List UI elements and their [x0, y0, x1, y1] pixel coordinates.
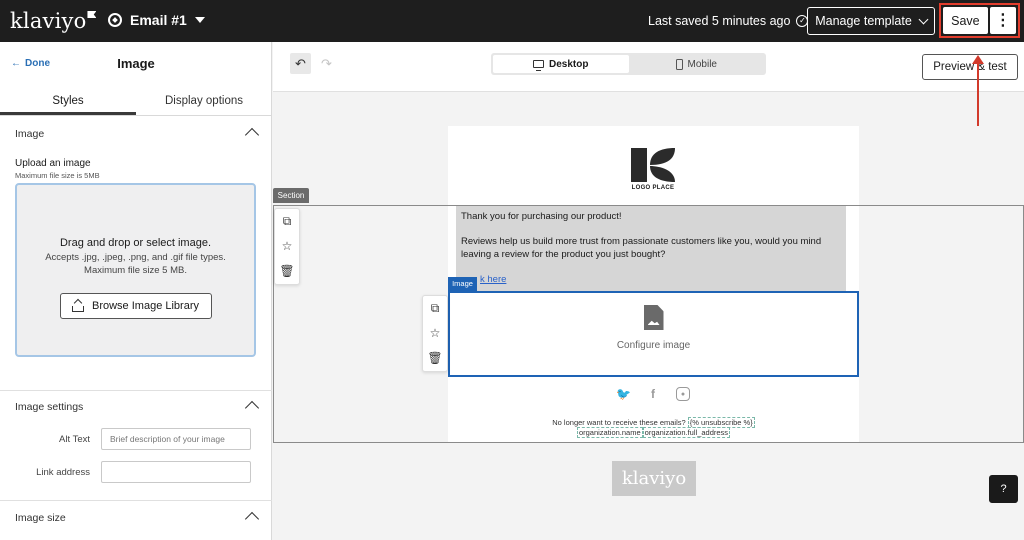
chevron-up-icon [244, 127, 260, 143]
link-address-label: Link address [36, 467, 90, 478]
facebook-icon[interactable]: f [646, 387, 660, 401]
save-status: Last saved 5 minutes ago ✓ [648, 14, 809, 28]
phone-icon [675, 58, 683, 70]
dropzone-max-size: Maximum file size 5 MB. [84, 265, 187, 276]
image-dropzone[interactable]: Drag and drop or select image. Accepts .… [15, 183, 256, 357]
image-block[interactable]: Configure image [448, 291, 859, 377]
email-selector[interactable]: Email #1 [108, 12, 205, 28]
undo-icon[interactable]: ↶ [290, 53, 311, 74]
alt-text-input[interactable] [101, 428, 251, 450]
section-tag: Section [273, 188, 309, 203]
redo-icon[interactable]: ↷ [316, 53, 337, 74]
klaviyo-footer-logo: klaviyo [612, 461, 696, 496]
image-settings-header[interactable]: Image settings [15, 400, 260, 416]
logo-caption: LOGO PLACE [631, 185, 675, 191]
star-icon[interactable]: ☆ [423, 321, 447, 346]
help-button[interactable]: ? [989, 475, 1018, 503]
twitter-icon[interactable]: 🐦 [616, 387, 631, 401]
section-tools: ⧉ ☆ 🗑 [274, 208, 300, 285]
image-tag: Image [448, 277, 477, 291]
dropzone-title: Drag and drop or select image. [59, 237, 212, 249]
panel-header: Image ← Done [0, 42, 272, 86]
organization-name-tag: organization.name [576, 427, 643, 438]
tab-display-options[interactable]: Display options [136, 88, 272, 115]
trash-icon[interactable]: 🗑 [423, 346, 447, 371]
chevron-up-icon [244, 511, 260, 527]
canvas-toolbar: ↶ ↷ Desktop Mobile Preview & test [273, 42, 1024, 92]
duplicate-icon[interactable]: ⧉ [423, 296, 447, 321]
alt-text-label: Alt Text [59, 434, 90, 445]
more-options-button[interactable]: ⋮ [989, 7, 1016, 34]
preview-and-test-button[interactable]: Preview & test [922, 54, 1018, 80]
browse-image-library-button[interactable]: Browse Image Library [59, 293, 212, 319]
social-links: 🐦 f ● [616, 387, 690, 401]
save-button-group: Save ⋮ [939, 3, 1020, 38]
dropzone-accepted-types: Accepts .jpg, .jpeg, .png, and .gif file… [45, 252, 226, 263]
upload-hint: Maximum file size is 5MB [15, 171, 100, 180]
image-file-icon [643, 305, 664, 330]
upload-icon [72, 300, 84, 312]
trash-icon[interactable]: 🗑 [275, 259, 299, 284]
link-address-input[interactable] [101, 461, 251, 483]
chevron-down-icon [918, 14, 929, 24]
email-name: Email #1 [130, 12, 187, 28]
mobile-view-button[interactable]: Mobile [629, 55, 765, 73]
save-button[interactable]: Save [943, 7, 988, 34]
text-thank-you: Thank you for purchasing our product! [461, 211, 622, 222]
image-block-tools: ⧉ ☆ 🗑 [422, 295, 448, 372]
image-settings-panel: Image ← Done Styles Display options Imag… [0, 42, 272, 540]
duplicate-icon[interactable]: ⧉ [275, 209, 299, 234]
desktop-view-button[interactable]: Desktop [493, 55, 629, 73]
caret-down-icon [194, 17, 205, 23]
arrow-left-icon: ← [11, 58, 21, 69]
panel-tabs: Styles Display options [0, 88, 272, 116]
manage-template-button[interactable]: Manage template [807, 7, 935, 35]
monitor-icon [533, 60, 545, 71]
image-size-header[interactable]: Image size [15, 511, 260, 527]
chevron-up-icon [244, 400, 260, 416]
organization-address-tag: organization.full_address [642, 427, 731, 438]
review-link[interactable]: k here [480, 274, 506, 285]
image-section-header[interactable]: Image [15, 127, 260, 143]
instagram-icon[interactable]: ● [676, 387, 690, 401]
save-status-text: Last saved 5 minutes ago [648, 14, 791, 28]
star-icon[interactable]: ☆ [275, 234, 299, 259]
manage-template-label: Manage template [815, 14, 912, 28]
logo-flag-icon [87, 11, 97, 18]
configure-image-label: Configure image [616, 340, 691, 351]
done-link[interactable]: ← Done [11, 58, 50, 69]
upload-label: Upload an image [15, 158, 91, 169]
logo-placeholder-icon [631, 148, 675, 182]
divider [0, 390, 272, 391]
device-toggle: Desktop Mobile [491, 53, 766, 75]
annotation-arrow [977, 62, 979, 126]
text-review-request: Reviews help us build more trust from pa… [461, 236, 822, 260]
klaviyo-logo[interactable]: klaviyo [10, 9, 97, 33]
unsubscribe-footer: No longer want to receive these emails? … [552, 417, 755, 438]
top-bar: klaviyo Email #1 Last saved 5 minutes ag… [0, 0, 1024, 42]
compass-icon [108, 13, 122, 27]
divider [0, 500, 272, 501]
tab-styles[interactable]: Styles [0, 88, 136, 115]
